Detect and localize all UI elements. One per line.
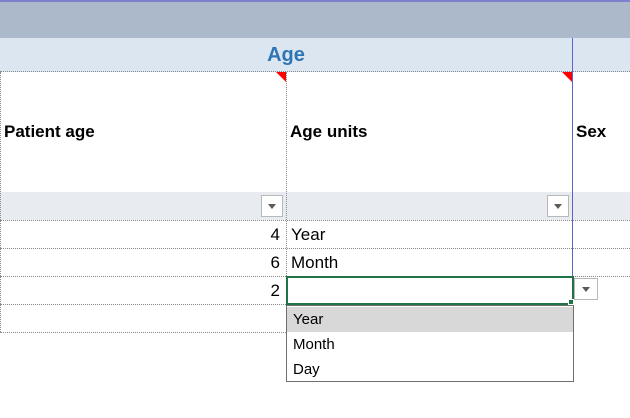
dropdown-list: Year Month Day xyxy=(286,305,574,382)
chevron-down-icon xyxy=(554,203,562,209)
cell-patient-age[interactable]: 6 xyxy=(0,249,286,277)
filter-button-age-units[interactable] xyxy=(547,195,569,217)
cell-age-units[interactable]: Month xyxy=(286,249,572,277)
header-patient-age[interactable]: Patient age xyxy=(0,72,286,192)
comment-indicator-icon[interactable] xyxy=(276,72,286,82)
active-cell-age-units[interactable] xyxy=(286,276,574,305)
cell-patient-age[interactable]: 4 xyxy=(0,221,286,249)
dropdown-toggle-button[interactable] xyxy=(574,278,598,300)
cell-age-units[interactable]: Year xyxy=(286,221,572,249)
header-age-units-label: Age units xyxy=(290,122,368,141)
cell-patient-age[interactable]: 2 xyxy=(0,277,286,305)
dropdown-option-year[interactable]: Year xyxy=(287,307,573,332)
chevron-down-icon xyxy=(268,203,276,209)
group-header-title[interactable]: Age xyxy=(0,38,572,72)
column-divider xyxy=(572,38,573,276)
filter-button-patient-age[interactable] xyxy=(261,195,283,217)
filter-row xyxy=(0,192,630,220)
grid-line xyxy=(0,332,286,333)
header-patient-age-label: Patient age xyxy=(4,122,95,141)
dropdown-option-month[interactable]: Month xyxy=(287,332,573,357)
dropdown-option-day[interactable]: Day xyxy=(287,357,573,382)
header-age-units[interactable]: Age units xyxy=(286,72,572,192)
comment-indicator-icon[interactable] xyxy=(562,72,572,82)
column-header-band xyxy=(0,0,630,38)
header-sex[interactable]: Sex xyxy=(572,72,630,192)
dropdown-arrow-icon xyxy=(582,286,590,292)
active-cell-value xyxy=(288,281,292,300)
header-sex-label: Sex xyxy=(576,122,607,141)
